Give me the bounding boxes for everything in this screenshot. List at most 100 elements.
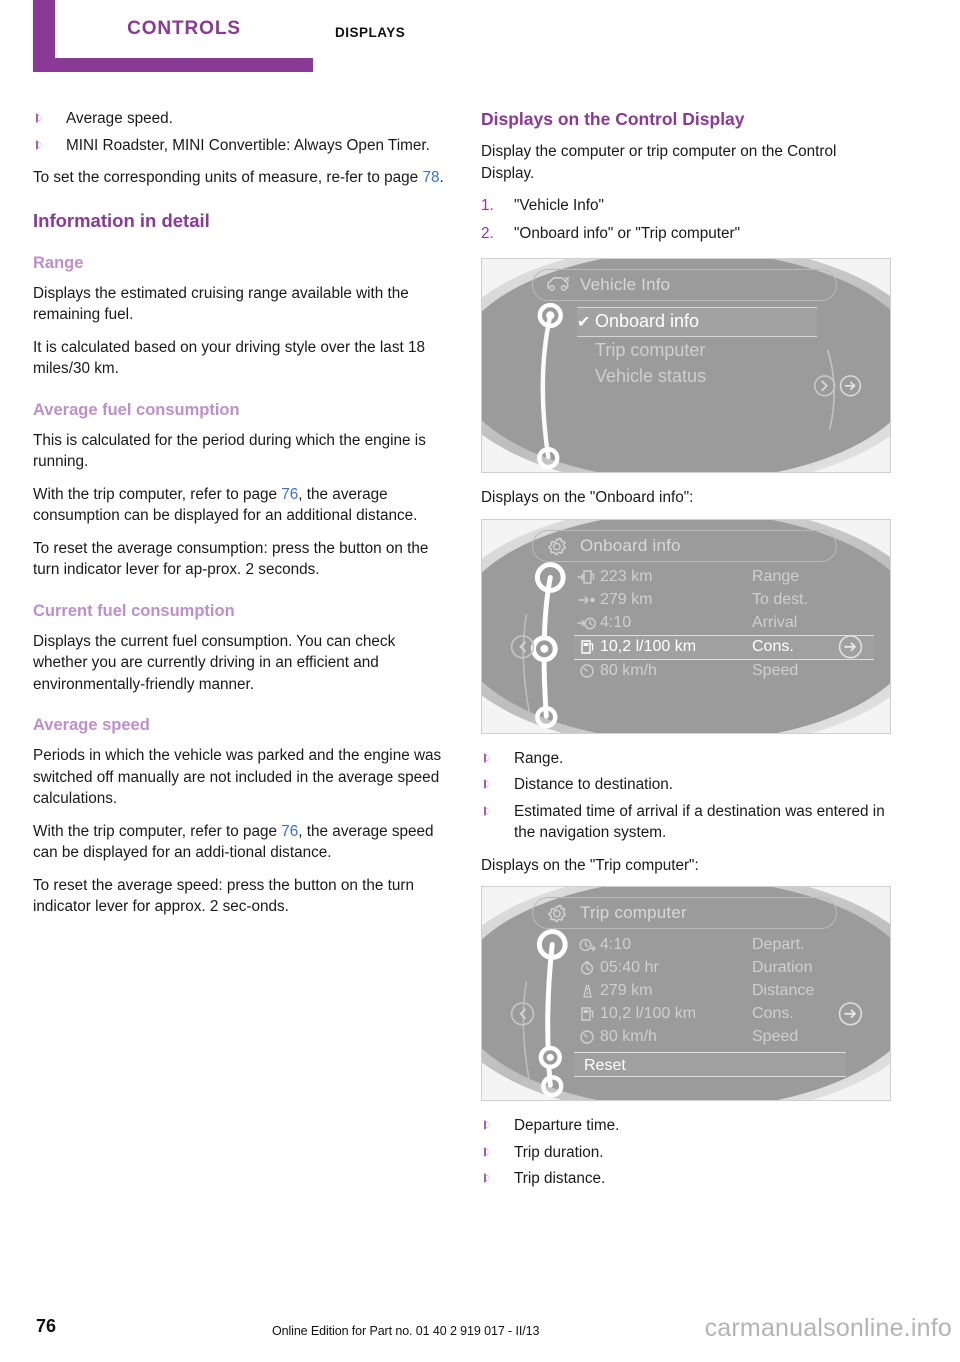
data-row-label: Distance — [752, 981, 815, 999]
data-row[interactable]: 223 km Range — [574, 566, 874, 589]
data-row[interactable]: 4:10 Depart. — [574, 933, 874, 956]
page-footer: 76 Online Edition for Part no. 01 40 2 9… — [0, 1302, 960, 1362]
top-bullet-list: Average speed. MINI Roadster, MINI Conve… — [33, 108, 445, 156]
display-screen: Onboard info 223 km Range 279 km To dest… — [482, 520, 890, 733]
menu-item-label: Onboard info — [595, 311, 700, 331]
units-note-text-a: To set the corresponding units of measur… — [33, 169, 423, 186]
heading-current-fuel-consumption: Current fuel consumption — [33, 601, 235, 620]
list-item: Trip distance. — [481, 1168, 893, 1190]
list-item-text: Trip distance. — [514, 1170, 606, 1187]
data-row-label: Depart. — [752, 935, 805, 953]
list-item: Trip duration. — [481, 1142, 893, 1164]
left-chevron-icon — [510, 1002, 535, 1026]
data-row-label: Cons. — [752, 1004, 794, 1022]
onboard-info-bullet-list: Range. Distance to destination. Estimate… — [481, 748, 893, 844]
data-row[interactable]: 80 km/h Speed — [574, 660, 874, 683]
data-row-value: 05:40 hr — [600, 958, 659, 976]
clock-arrow-icon — [574, 937, 600, 953]
heading-average-fuel-consumption: Average fuel consumption — [33, 400, 240, 419]
triangle-bullet-icon — [484, 805, 491, 816]
fuel-pump-arrow-icon — [574, 569, 600, 585]
road-icon — [574, 983, 600, 999]
avg-fuel-paragraph-1: This is calculated for the period during… — [33, 431, 426, 471]
avg-speed-paragraph-1: Periods in which the vehicle was parked … — [33, 747, 442, 807]
display-data-rows: 4:10 Depart. 05:40 hr Duration 279 km Di… — [574, 933, 874, 1048]
list-item: Departure time. — [481, 1115, 893, 1137]
list-item: "Onboard info" or "Trip computer" — [481, 223, 741, 245]
menu-item-onboard-info[interactable]: ✔ Onboard info — [577, 307, 817, 337]
data-row-value: 279 km — [600, 591, 653, 608]
page-reference-link[interactable]: 76 — [281, 486, 298, 503]
data-row-selected[interactable]: 10,2 l/100 km Cons. — [574, 634, 874, 660]
avg-speed-text-a: With the trip computer, refer to page — [33, 822, 282, 840]
checkmark-icon: ✔ — [577, 314, 591, 331]
page-header: CONTROLS DISPLAYS — [0, 0, 960, 90]
display-title-text: Trip computer — [580, 903, 687, 922]
data-row-label: Arrival — [752, 614, 798, 631]
display-title-bar: Trip computer — [532, 897, 837, 929]
avg-speed-paragraph-3: To reset the average speed: press the bu… — [33, 876, 414, 916]
triangle-bullet-icon — [484, 779, 491, 789]
display-screen: Trip computer 4:10 Depart. 05:40 hr Dura… — [482, 887, 890, 1100]
page-reference-link[interactable]: 78 — [422, 169, 439, 186]
control-display-intro: Display the computer or trip computer on… — [481, 143, 837, 182]
avg-fuel-paragraph-3: To reset the average consumption: press … — [33, 539, 429, 579]
data-row[interactable]: 279 km Distance — [574, 979, 874, 1002]
list-item-text: Distance to destination. — [514, 776, 674, 793]
display-data-rows: 223 km Range 279 km To dest. 4:10 Arriva… — [574, 566, 874, 683]
list-item: Average speed. — [33, 108, 445, 130]
triangle-bullet-icon — [36, 113, 43, 123]
list-item-text: Range. — [514, 749, 564, 767]
right-column: Displays on the Control Display Display … — [481, 108, 893, 1201]
left-chevron-icon — [510, 634, 535, 659]
menu-item-vehicle-status[interactable]: Vehicle status — [577, 363, 817, 389]
menu-item-label: Trip computer — [595, 340, 706, 360]
figure-onboard-info-display: Onboard info 223 km Range 279 km To dest… — [481, 518, 891, 734]
list-item-text: Trip duration. — [514, 1143, 604, 1161]
data-row-label: To dest. — [752, 591, 809, 608]
data-row[interactable]: 80 km/h Speed — [574, 1025, 874, 1048]
data-row-label: Speed — [752, 1027, 799, 1045]
data-row[interactable]: 05:40 hr Duration — [574, 956, 874, 979]
triangle-bullet-icon — [484, 1120, 491, 1130]
menu-item-label: Vehicle status — [595, 366, 707, 386]
header-section-displays: DISPLAYS — [335, 25, 406, 40]
data-row-value: 80 km/h — [600, 662, 657, 679]
watermark-text: carmanualsonline.info — [704, 1314, 952, 1342]
list-item: MINI Roadster, MINI Convertible: Always … — [33, 135, 445, 157]
current-fuel-paragraph-1: Displays the current fuel consumption. Y… — [33, 632, 396, 693]
fuel-pump-icon — [574, 1006, 600, 1022]
data-row-value: 279 km — [600, 981, 653, 999]
trip-computer-bullet-list: Departure time. Trip duration. Trip dist… — [481, 1115, 893, 1190]
list-item: Distance to destination. — [481, 774, 893, 796]
reset-menu-item[interactable]: Reset — [574, 1052, 846, 1077]
arrow-clock-icon — [574, 615, 600, 631]
fuel-pump-icon — [574, 639, 600, 655]
caption-onboard-info: Displays on the "Onboard info": — [481, 489, 694, 506]
page-title: Information in detail — [33, 209, 210, 231]
data-row[interactable]: 10,2 l/100 km Cons. — [574, 1002, 874, 1025]
range-paragraph-2: It is calculated based on your driving s… — [33, 338, 425, 378]
list-item-text: Estimated time of arrival if a destinati… — [514, 802, 885, 842]
data-row-label: Range — [752, 568, 800, 585]
list-item-text: MINI Roadster, MINI Convertible: Always … — [66, 136, 430, 154]
display-menu-list: ✔ Onboard info Trip computer Vehicle stat… — [577, 307, 817, 389]
data-row-value: 4:10 — [600, 935, 632, 953]
display-title-text: Vehicle Info — [580, 275, 671, 294]
display-title-bar: Vehicle Info — [532, 269, 837, 301]
page-reference-link[interactable]: 76 — [281, 823, 298, 840]
avg-speed-paragraph-2: With the trip computer, refer to page 76… — [33, 821, 445, 864]
avg-fuel-paragraph-2: With the trip computer, refer to page 76… — [33, 484, 445, 527]
data-row[interactable]: 4:10 Arrival — [574, 612, 874, 635]
header-tab-controls: CONTROLS — [33, 0, 313, 72]
heading-displays-on-control-display: Displays on the Control Display — [481, 109, 745, 129]
list-item-text: Average speed. — [66, 110, 173, 127]
gear-icon — [545, 536, 571, 556]
list-item: "Vehicle Info" — [481, 195, 604, 217]
page-number: 76 — [36, 1316, 57, 1336]
menu-item-trip-computer[interactable]: Trip computer — [577, 337, 817, 363]
data-row-value: 223 km — [600, 568, 653, 585]
data-row[interactable]: 279 km To dest. — [574, 589, 874, 612]
back-arrow-icon — [839, 375, 862, 397]
avg-fuel-text-a: With the trip computer, refer to page — [33, 485, 282, 503]
